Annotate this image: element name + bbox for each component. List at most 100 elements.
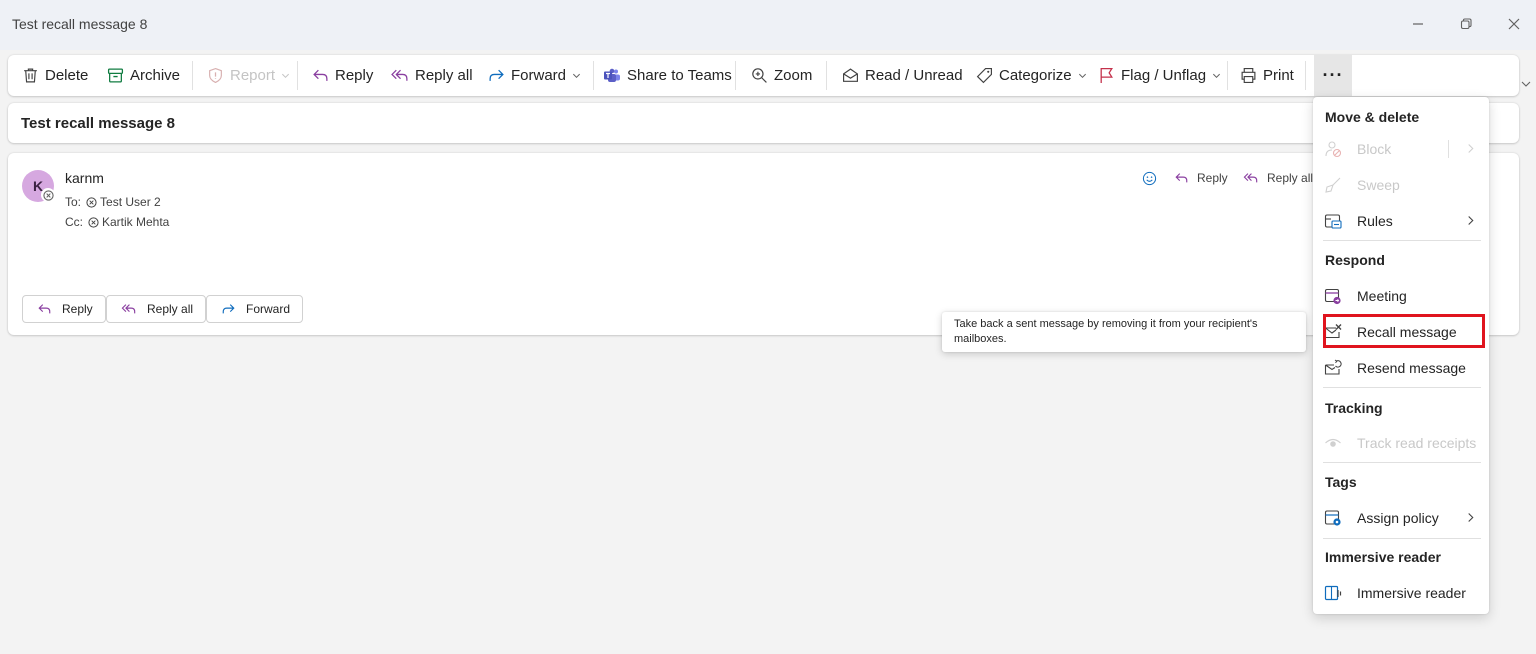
toolbar-divider	[1227, 61, 1228, 90]
assign-policy-label: Assign policy	[1357, 510, 1439, 526]
footer-reply-all-button[interactable]: Reply all	[106, 295, 207, 323]
emoji-reaction-button[interactable]	[1142, 171, 1165, 186]
menu-item-resend-message[interactable]: Resend message	[1313, 353, 1489, 383]
share-to-teams-button[interactable]: Share to Teams	[603, 55, 732, 96]
menu-divider	[1323, 462, 1481, 463]
to-line: To: Test User 2	[65, 195, 161, 209]
sweep-icon	[1325, 177, 1341, 193]
close-icon[interactable]	[1504, 14, 1524, 34]
archive-label: Archive	[130, 67, 181, 84]
shield-report-icon	[209, 67, 222, 84]
section-move-delete: Move & delete	[1325, 109, 1420, 125]
command-toolbar: Delete Archive Report Reply Reply all Fo…	[8, 55, 1519, 96]
menu-item-meeting[interactable]: Meeting	[1313, 281, 1489, 311]
immersive-reader-label: Immersive reader	[1357, 585, 1466, 601]
read-unread-button[interactable]: Read / Unread	[842, 55, 963, 96]
reply-label: Reply	[335, 67, 374, 84]
categorize-button[interactable]: Categorize	[976, 55, 1087, 96]
reply-all-button[interactable]: Reply all	[391, 55, 473, 96]
report-button[interactable]: Report	[207, 55, 290, 96]
section-tracking: Tracking	[1325, 400, 1383, 416]
archive-button[interactable]: Archive	[107, 55, 180, 96]
menu-divider	[1323, 538, 1481, 539]
message-card: K karnm To: Test User 2 Cc: Kartik Mehta…	[8, 153, 1519, 335]
flag-unflag-button[interactable]: Flag / Unflag	[1098, 55, 1221, 96]
chevron-down-icon	[1213, 73, 1221, 79]
title-bar: Test recall message 8	[0, 0, 1536, 50]
resend-icon	[1324, 359, 1342, 375]
to-label: To:	[65, 195, 82, 209]
chevron-down-icon	[573, 73, 581, 79]
footer-reply-all-label: Reply all	[147, 302, 194, 316]
cc-recipient[interactable]: Kartik Mehta	[102, 215, 169, 229]
message-subject: Test recall message 8	[21, 115, 175, 132]
footer-forward-button[interactable]: Forward	[206, 295, 304, 323]
window-title: Test recall message 8	[12, 16, 148, 32]
categorize-label: Categorize	[999, 67, 1072, 84]
toolbar-divider	[593, 61, 594, 90]
immersive-reader-icon	[1324, 585, 1342, 601]
delete-button[interactable]: Delete	[22, 55, 88, 96]
split-divider	[1448, 140, 1449, 158]
section-immersive-reader: Immersive reader	[1325, 549, 1441, 565]
menu-item-immersive-reader[interactable]: Immersive reader	[1313, 578, 1489, 608]
rules-icon	[1324, 214, 1342, 229]
toolbar-divider	[826, 61, 827, 90]
meeting-label: Meeting	[1357, 288, 1407, 304]
to-recipient[interactable]: Test User 2	[100, 195, 161, 209]
header-reply-label: Reply	[1197, 171, 1228, 185]
policy-icon	[1324, 510, 1341, 526]
chevron-down-icon	[282, 73, 290, 79]
eye-icon	[1325, 438, 1341, 447]
chevron-right-icon	[1468, 144, 1474, 153]
cc-line: Cc: Kartik Mehta	[65, 215, 169, 229]
reply-all-icon	[121, 304, 136, 314]
reply-icon	[38, 304, 51, 314]
cc-label: Cc:	[65, 215, 83, 229]
emoji-icon	[1142, 171, 1157, 186]
restore-icon[interactable]	[1456, 14, 1476, 34]
reply-all-label: Reply all	[415, 67, 473, 84]
status-unknown-icon	[86, 196, 97, 208]
chevron-down-icon[interactable]	[1520, 78, 1532, 90]
zoom-label: Zoom	[774, 67, 813, 84]
forward-icon	[489, 69, 504, 81]
menu-item-assign-policy[interactable]: Assign policy	[1313, 503, 1489, 533]
flag-unflag-label: Flag / Unflag	[1121, 67, 1207, 84]
menu-divider	[1323, 387, 1481, 388]
chevron-right-icon	[1468, 216, 1474, 225]
reply-all-icon	[391, 69, 408, 81]
menu-item-sweep[interactable]: Sweep	[1313, 170, 1489, 200]
print-label: Print	[1263, 67, 1294, 84]
printer-icon	[1241, 68, 1256, 83]
header-reply-all-button[interactable]: Reply all	[1243, 171, 1313, 185]
minimize-icon[interactable]	[1408, 14, 1428, 34]
forward-button[interactable]: Forward	[488, 55, 581, 96]
sender-name[interactable]: karnm	[65, 170, 104, 186]
zoom-button[interactable]: Zoom	[751, 55, 812, 96]
reply-button[interactable]: Reply	[312, 55, 373, 96]
read-unread-label: Read / Unread	[865, 67, 963, 84]
forward-icon	[222, 304, 235, 314]
recall-highlight-box	[1323, 314, 1485, 348]
share-to-teams-label: Share to Teams	[627, 67, 732, 84]
print-button[interactable]: Print	[1240, 55, 1294, 96]
menu-item-rules[interactable]: Rules	[1313, 206, 1489, 236]
more-actions-menu: Move & delete Block Sweep Rules Respond …	[1313, 97, 1489, 614]
header-reply-button[interactable]: Reply	[1174, 171, 1228, 185]
header-reply-all-label: Reply all	[1267, 171, 1314, 185]
delete-label: Delete	[45, 67, 89, 84]
toolbar-divider	[297, 61, 298, 90]
footer-reply-button[interactable]: Reply	[22, 295, 106, 323]
forward-label: Forward	[511, 67, 567, 84]
archive-icon	[107, 68, 124, 83]
presence-status-icon	[41, 188, 55, 202]
menu-item-track-read-receipts[interactable]: Track read receipts	[1313, 428, 1489, 458]
reply-icon	[1175, 173, 1188, 183]
reply-icon	[313, 69, 328, 81]
menu-item-block[interactable]: Block	[1313, 134, 1489, 164]
more-actions-button[interactable]: ···	[1314, 55, 1352, 96]
block-label: Block	[1357, 141, 1392, 157]
menu-divider	[1323, 240, 1481, 241]
recall-tooltip: Take back a sent message by removing it …	[942, 312, 1306, 352]
